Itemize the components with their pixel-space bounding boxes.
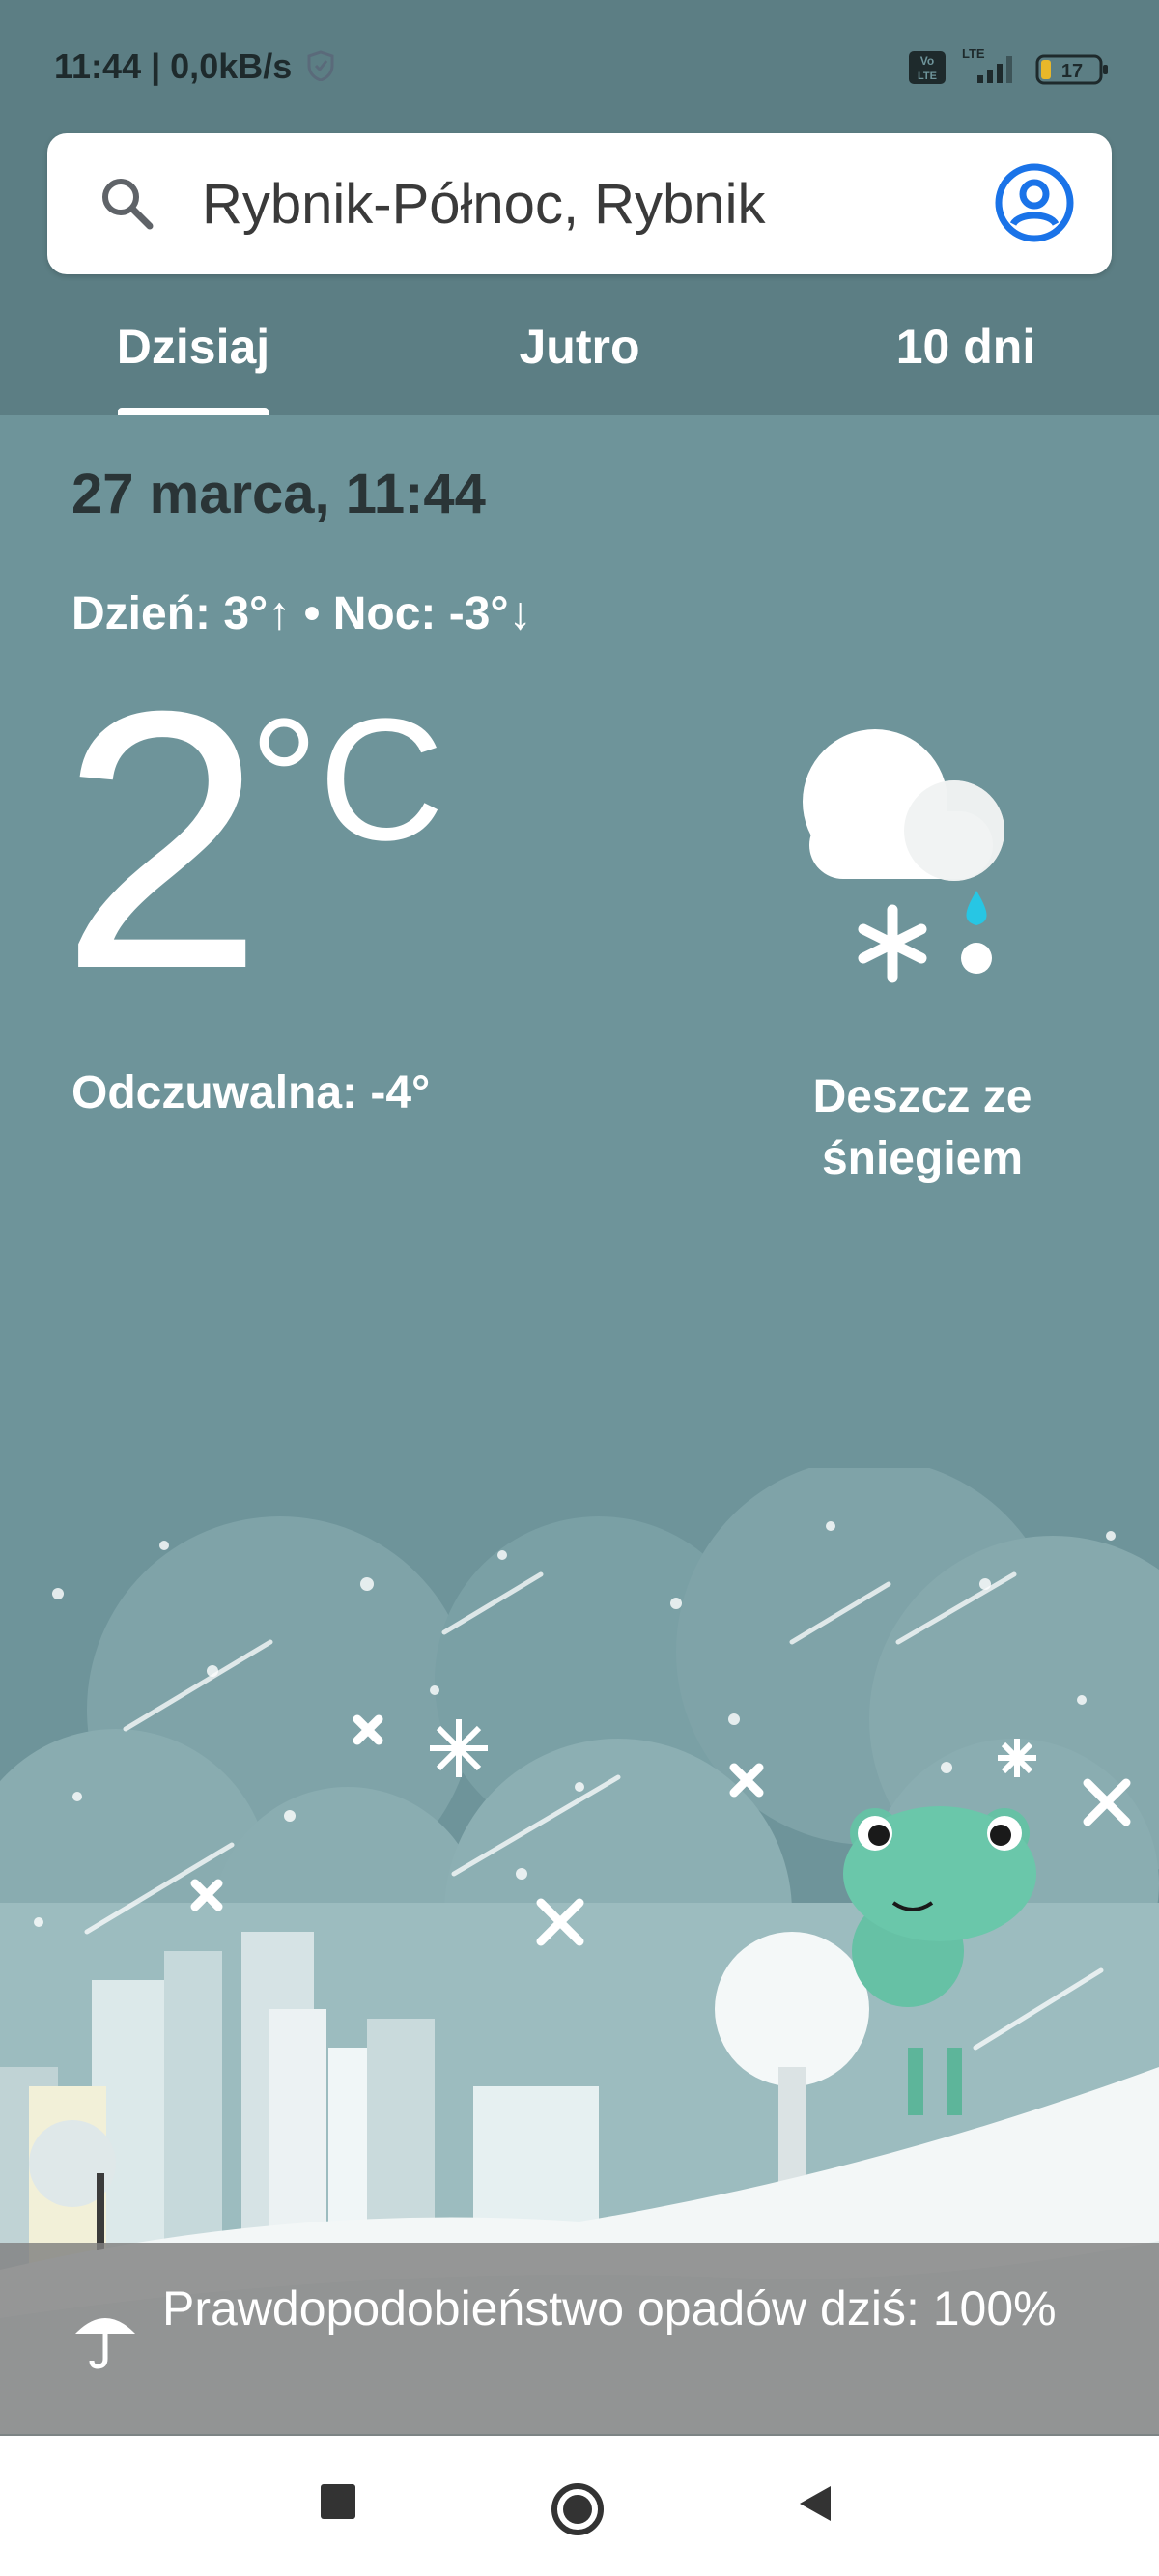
status-time: 11:44 | 0,0kB/s xyxy=(54,46,293,86)
svg-text:LTE: LTE xyxy=(918,71,937,82)
volte-icon: Vo LTE xyxy=(908,50,947,90)
day-night-temps: Dzień: 3°↑ • Noc: -3°↓ xyxy=(71,588,532,639)
svg-text:17: 17 xyxy=(1061,61,1083,82)
weather-condition: Deszcz ze śniegiem xyxy=(812,1071,1032,1184)
tab-today[interactable]: Dzisiaj xyxy=(97,319,290,375)
precipitation-text: Prawdopodobieństwo opadów dziś: 100% xyxy=(162,2281,1057,2335)
feels-like: Odczuwalna: -4° xyxy=(71,1067,431,1118)
current-temperature: 2 xyxy=(60,635,265,1045)
status-bar: 11:44 | 0,0kB/s Vo LTE LTE 17 xyxy=(0,0,1159,135)
date-time: 27 marca, 11:44 xyxy=(71,463,486,525)
shield-icon xyxy=(307,50,334,86)
sleet-icon xyxy=(800,715,1032,1000)
tab-tomorrow[interactable]: Jutro xyxy=(483,319,676,375)
system-nav-bar xyxy=(0,2436,1159,2576)
svg-text:Vo: Vo xyxy=(920,54,934,68)
location-text[interactable]: Rybnik-Północ, Rybnik xyxy=(202,172,765,237)
search-icon[interactable] xyxy=(98,174,155,237)
battery-icon: 17 xyxy=(1035,54,1111,90)
umbrella-icon xyxy=(71,2303,139,2375)
signal-icon: LTE xyxy=(960,46,1022,90)
account-icon[interactable] xyxy=(992,160,1077,250)
precipitation-banner: Prawdopodobieństwo opadów dziś: 100% xyxy=(0,2243,1159,2436)
location-search-bar[interactable]: Rybnik-Północ, Rybnik xyxy=(47,133,1112,274)
tab-10-days[interactable]: 10 dni xyxy=(869,319,1062,375)
recent-apps-button[interactable] xyxy=(319,2482,357,2526)
home-button[interactable] xyxy=(551,2482,605,2541)
active-tab-indicator xyxy=(118,408,269,415)
temperature-unit: °C xyxy=(249,683,444,877)
forecast-tabs: Dzisiaj Jutro 10 dni xyxy=(0,290,1159,415)
back-button[interactable] xyxy=(794,2482,836,2530)
svg-text:LTE: LTE xyxy=(962,46,985,61)
